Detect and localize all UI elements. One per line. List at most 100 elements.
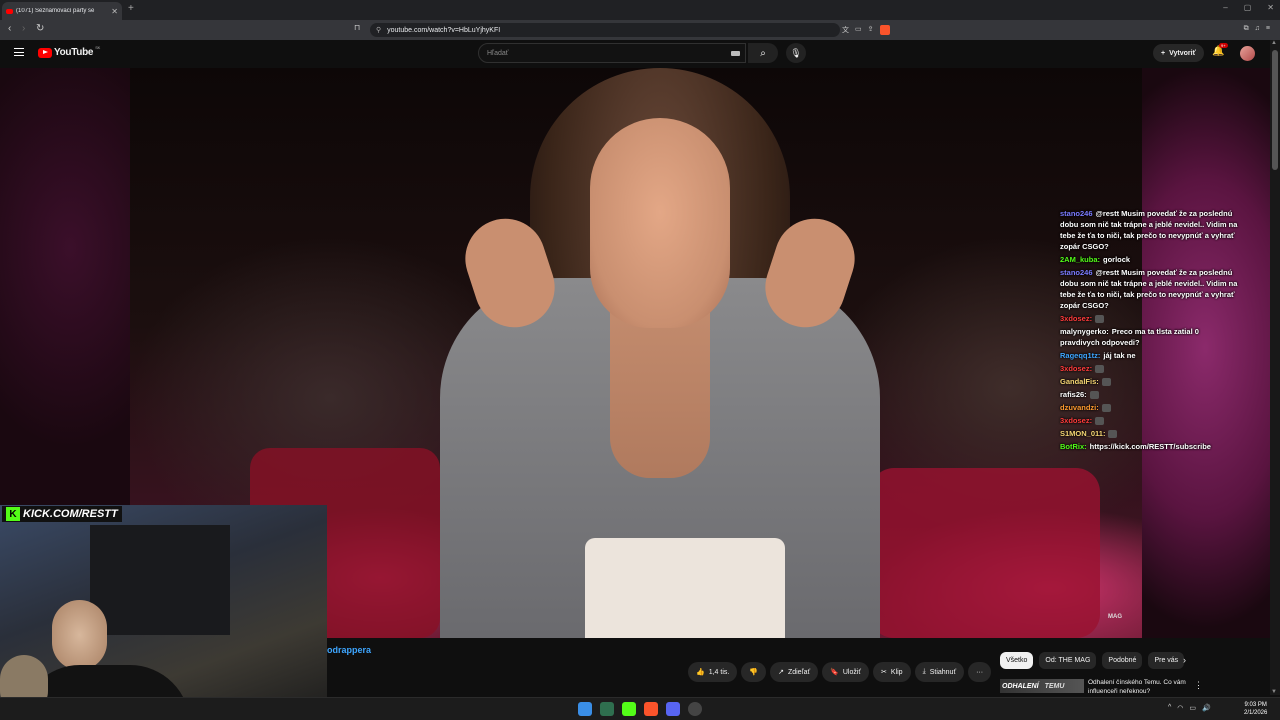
chat-message: BotRix: https://kick.com/RESTT/subscribe (1060, 441, 1240, 452)
account-avatar[interactable] (1240, 46, 1255, 61)
extensions-icon[interactable]: ⧉ (1244, 25, 1249, 33)
share-button[interactable]: ↗ Zdieľať (770, 662, 819, 682)
save-label: Uložiť (842, 668, 862, 676)
notifications-button[interactable]: 🔔 9+ (1212, 43, 1228, 57)
share-label: Zdieľať (787, 668, 811, 676)
menu-icon[interactable]: ≡ (1266, 25, 1270, 33)
volume-icon[interactable]: 🔊 (1202, 704, 1211, 712)
recommendation-thumbnail[interactable]: ODHALENÍ TEMU (1000, 679, 1084, 693)
clip-label: Klip (890, 668, 903, 676)
discord-app-icon[interactable] (666, 702, 680, 716)
address-bar-row: ‹ › ↻ ⊓ ⚲ youtube.com/watch?v=HbLuYjhyKF… (0, 20, 1280, 40)
chip-from-channel[interactable]: Od: THE MAG (1039, 652, 1097, 669)
chat-username[interactable]: 3xdosez: (1060, 314, 1092, 323)
chat-username[interactable]: rafis26: (1060, 390, 1087, 399)
windows-start-icon[interactable] (578, 702, 592, 716)
maximize-button[interactable]: ▢ (1244, 3, 1252, 12)
bookmark-icon[interactable]: ⊓ (354, 23, 360, 32)
kick-app-icon[interactable] (622, 702, 636, 716)
new-tab-button[interactable]: + (128, 3, 134, 14)
chat-username[interactable]: dzuvandzi: (1060, 403, 1099, 412)
chevron-right-icon[interactable]: › (1183, 655, 1186, 665)
like-button[interactable]: 👍 1,4 tis. (688, 662, 738, 682)
clip-button[interactable]: ✂ Klip (873, 662, 911, 682)
page-scrollbar[interactable]: ▲ ▼ (1270, 40, 1280, 695)
close-window-button[interactable]: ✕ (1267, 3, 1274, 12)
app-icon[interactable] (600, 702, 614, 716)
chip-related[interactable]: Podobné (1102, 652, 1143, 669)
cast-icon[interactable]: ▭ (855, 25, 862, 35)
stream-chat-overlay: stano246 @restt Musim povedať že za posle… (1060, 208, 1240, 454)
chip-all[interactable]: Všetko (1000, 652, 1034, 669)
chat-username[interactable]: stano246 (1060, 268, 1093, 277)
chat-text: jáj tak ne (1103, 351, 1136, 360)
voice-search-button[interactable]: 🎙 (786, 43, 806, 63)
chat-message: GandalFis: (1060, 376, 1240, 387)
forward-icon[interactable]: › (22, 23, 25, 34)
recommendation-title[interactable]: Odhalení čínského Temu. Co vám influence… (1088, 678, 1188, 696)
chat-message: S1MON_011: (1060, 428, 1240, 439)
more-actions-button[interactable]: ··· (968, 662, 992, 682)
country-code: SK (95, 45, 100, 50)
chip-for-you[interactable]: Pre vás (1148, 652, 1185, 669)
media-icon[interactable]: ♫ (1255, 25, 1260, 33)
download-button[interactable]: ⤓ Stiahnuť (914, 662, 965, 682)
scroll-up-icon[interactable]: ▲ (1271, 40, 1277, 46)
chat-text: https://kick.com/RESTT/subscribe (1089, 442, 1211, 451)
chat-username[interactable]: malynygerko: (1060, 327, 1109, 336)
wifi-icon[interactable]: ◠ (1177, 704, 1183, 712)
emote-icon (1095, 365, 1105, 374)
window-controls: – ▢ ✕ (1223, 3, 1274, 12)
create-button[interactable]: + Vytvoriť (1153, 44, 1204, 62)
menu-hamburger-icon[interactable] (14, 48, 24, 56)
minimize-button[interactable]: – (1223, 3, 1227, 12)
chat-username[interactable]: stano246 (1060, 209, 1093, 218)
battery-icon[interactable]: ▭ (1189, 704, 1196, 712)
translate-icon[interactable]: 文 (842, 25, 849, 35)
search-button[interactable]: ⌕ (748, 43, 778, 63)
tray-chevron-icon[interactable]: ^ (1168, 704, 1171, 712)
chat-username[interactable]: S1MON_011: (1060, 429, 1105, 438)
chat-username[interactable]: Rageqq1tz: (1060, 351, 1100, 360)
browser-tab[interactable]: (1071) Seznamovací party se ✕ (2, 2, 122, 20)
obs-app-icon[interactable] (688, 702, 702, 716)
chat-username[interactable]: BotRix: (1060, 442, 1087, 451)
channel-link[interactable]: odrappera (327, 645, 371, 655)
dislike-button[interactable]: 👎 (741, 662, 767, 682)
scrollbar-thumb[interactable] (1272, 50, 1278, 170)
emote-icon (1108, 430, 1118, 439)
kebab-menu-icon[interactable]: ⋮ (1194, 680, 1203, 691)
chat-username[interactable]: 3xdosez: (1060, 416, 1092, 425)
system-clock[interactable]: 9:03 PM 2/1/2026 (1244, 701, 1267, 717)
chat-message: 3xdosez: (1060, 415, 1240, 426)
close-tab-icon[interactable]: ✕ (111, 7, 118, 16)
chat-message: stano246 @restt Musim povedať že za posle… (1060, 208, 1240, 252)
notification-badge: 9+ (1219, 43, 1228, 48)
browser-tab-bar: (1071) Seznamovací party se ✕ + – ▢ ✕ (0, 0, 1280, 20)
search-input[interactable]: Hľadať (478, 43, 746, 63)
url-text: youtube.com/watch?v=HbLuYjhyKFI (387, 26, 501, 34)
url-field[interactable]: ⚲ youtube.com/watch?v=HbLuYjhyKFI (370, 23, 840, 37)
youtube-logo[interactable]: YouTube SK (38, 45, 100, 58)
chat-username[interactable]: GandalFis: (1060, 377, 1099, 386)
chat-message: rafis26: (1060, 389, 1240, 400)
back-icon[interactable]: ‹ (8, 23, 11, 34)
url-actions: 文 ▭ ⇪ (842, 25, 890, 35)
background-chair (870, 468, 1100, 638)
keyboard-icon[interactable] (731, 51, 740, 56)
mic-icon: 🎙 (790, 47, 802, 58)
save-button[interactable]: 🔖 Uložiť (822, 662, 870, 682)
video-subject (440, 68, 880, 638)
youtube-play-icon (38, 47, 52, 58)
scroll-down-icon[interactable]: ▼ (1271, 689, 1277, 695)
reload-icon[interactable]: ↻ (36, 23, 44, 34)
brave-shield-icon[interactable] (879, 25, 890, 35)
share-icon[interactable]: ⇪ (868, 25, 874, 35)
site-info-icon[interactable]: ⚲ (376, 26, 381, 34)
search-icon: ⌕ (760, 47, 766, 59)
chat-username[interactable]: 3xdosez: (1060, 364, 1092, 373)
system-tray: ^ ◠ ▭ 🔊 (1168, 704, 1211, 712)
chat-text: gorlock (1103, 255, 1131, 264)
chat-username[interactable]: 2AM_kuba: (1060, 255, 1100, 264)
brave-app-icon[interactable] (644, 702, 658, 716)
